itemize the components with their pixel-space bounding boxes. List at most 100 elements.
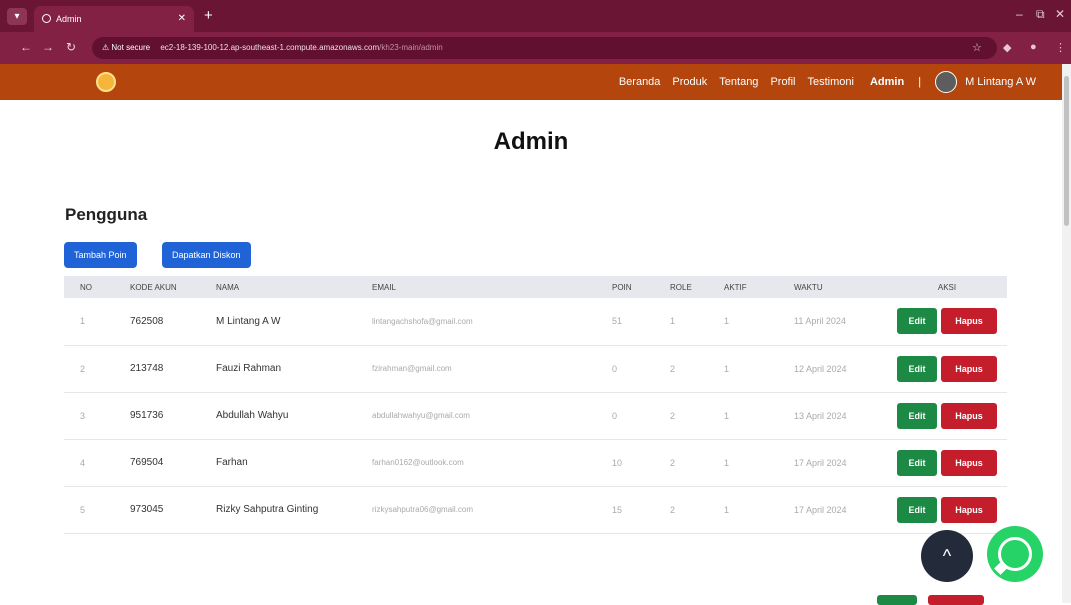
cell-points: 51 <box>612 298 670 346</box>
cell-actions: Edit Hapus <box>887 345 1007 393</box>
edit-button[interactable]: Edit <box>897 496 937 523</box>
reload-icon[interactable]: ↻ <box>66 40 76 54</box>
edit-button[interactable] <box>877 595 917 605</box>
cell-role: 1 <box>670 298 724 346</box>
url-path: /kh23-main/admin <box>379 43 443 52</box>
cell-active: 1 <box>724 439 794 487</box>
browser-tab[interactable]: Admin ✕ <box>34 6 194 32</box>
cell-no: 5 <box>64 486 130 534</box>
chevron-up-icon: ^ <box>942 546 952 566</box>
minimize-button[interactable]: – <box>1016 7 1023 21</box>
cell-role: 2 <box>670 486 724 534</box>
cell-actions: Edit Hapus <box>887 392 1007 440</box>
edit-button[interactable]: Edit <box>897 449 937 476</box>
cell-active: 1 <box>724 298 794 346</box>
column-header: WAKTU <box>794 282 823 292</box>
scrollbar-thumb[interactable] <box>1064 76 1069 226</box>
tab-title: Admin <box>56 14 82 24</box>
cell-name: Fauzi Rahman <box>216 345 372 393</box>
column-header: KODE AKUN <box>130 282 177 292</box>
whatsapp-icon <box>998 537 1032 571</box>
user-name[interactable]: M Lintang A W <box>965 76 1036 88</box>
cell-email: rizkysahputra06@gmail.com <box>372 486 612 534</box>
tab-close-icon[interactable]: ✕ <box>178 6 186 32</box>
column-header: NO <box>80 282 92 292</box>
column-header: AKSI <box>937 282 957 292</box>
extension-icon[interactable]: ◆ <box>1003 41 1011 54</box>
nav-separator: | <box>918 76 922 88</box>
nav-link-tentang[interactable]: Tentang <box>719 76 758 88</box>
table-row: 3 951736 Abdullah Wahyu abdullahwahyu@gm… <box>64 392 1007 440</box>
edit-button[interactable]: Edit <box>897 308 937 335</box>
column-header: POIN <box>612 282 632 292</box>
profile-icon[interactable]: ● <box>1030 41 1037 53</box>
next-row-peek <box>0 590 1062 605</box>
cell-account-code: 769504 <box>130 439 216 487</box>
cell-name: Farhan <box>216 439 372 487</box>
cell-account-code: 973045 <box>130 486 216 534</box>
delete-button[interactable]: Hapus <box>941 449 997 476</box>
cell-active: 1 <box>724 486 794 534</box>
cell-email: farhan0162@outlook.com <box>372 439 612 487</box>
cell-name: Rizky Sahputra Ginting <box>216 486 372 534</box>
add-points-button[interactable]: Tambah Poin <box>64 242 137 268</box>
delete-button[interactable] <box>928 595 984 605</box>
cell-actions: Edit Hapus <box>887 439 1007 487</box>
nav-link-produk[interactable]: Produk <box>672 76 707 88</box>
edit-button[interactable]: Edit <box>897 355 937 382</box>
column-header: AKTIF <box>724 282 747 292</box>
column-header: NAMA <box>216 282 240 292</box>
cell-active: 1 <box>724 345 794 393</box>
browser-tab-strip: ▾ Admin ✕ + – ⧉ ✕ <box>0 0 1071 32</box>
cell-email: lintangachshofa@gmail.com <box>372 298 612 346</box>
nav-link-admin[interactable]: Admin <box>870 76 904 88</box>
nav-link-testimoni[interactable]: Testimoni <box>808 76 854 88</box>
cell-no: 1 <box>64 298 130 346</box>
get-discount-button[interactable]: Dapatkan Diskon <box>162 242 251 268</box>
cell-points: 10 <box>612 439 670 487</box>
cell-email: abdullahwahyu@gmail.com <box>372 392 612 440</box>
page-scrollbar[interactable] <box>1062 64 1071 603</box>
star-icon[interactable]: ☆ <box>972 41 982 54</box>
window-close-button[interactable]: ✕ <box>1055 7 1065 21</box>
logo-icon[interactable] <box>96 72 116 92</box>
delete-button[interactable]: Hapus <box>941 308 997 335</box>
users-table: NO KODE AKUN NAMA EMAIL POIN ROLE AKTIF … <box>64 276 1007 534</box>
cell-active: 1 <box>724 392 794 440</box>
nav-link-beranda[interactable]: Beranda <box>619 76 661 88</box>
maximize-button[interactable]: ⧉ <box>1036 7 1045 22</box>
back-icon[interactable]: ← <box>20 40 32 54</box>
delete-button[interactable]: Hapus <box>941 402 997 429</box>
cell-account-code: 951736 <box>130 392 216 440</box>
scroll-to-top-button[interactable]: ^ <box>921 530 973 582</box>
cell-time: 17 April 2024 <box>794 486 887 534</box>
delete-button[interactable]: Hapus <box>941 355 997 382</box>
cell-time: 12 April 2024 <box>794 345 887 393</box>
edit-button[interactable]: Edit <box>897 402 937 429</box>
not-secure-indicator[interactable]: ⚠ Not secure <box>102 43 150 52</box>
cell-actions: Edit Hapus <box>887 486 1007 534</box>
whatsapp-button[interactable] <box>987 526 1043 582</box>
kebab-icon[interactable]: ⋮ <box>1055 41 1066 54</box>
chrome-menu-icon[interactable]: ▾ <box>7 8 27 25</box>
table-row: 4 769504 Farhan farhan0162@outlook.com 1… <box>64 439 1007 487</box>
delete-button[interactable]: Hapus <box>941 496 997 523</box>
cell-role: 2 <box>670 439 724 487</box>
cell-email: fzirahman@gmail.com <box>372 345 612 393</box>
cell-no: 2 <box>64 345 130 393</box>
section-title: Pengguna <box>65 205 148 224</box>
column-header: EMAIL <box>372 282 397 292</box>
new-tab-button[interactable]: + <box>204 7 213 24</box>
cell-time: 13 April 2024 <box>794 392 887 440</box>
nav-link-profil[interactable]: Profil <box>770 76 795 88</box>
cell-name: M Lintang A W <box>216 298 372 346</box>
address-bar[interactable]: ⚠ Not secure ec2-18-139-100-12.ap-southe… <box>92 37 997 59</box>
table-row: 1 762508 M Lintang A W lintangachshofa@g… <box>64 298 1007 346</box>
cell-name: Abdullah Wahyu <box>216 392 372 440</box>
forward-icon[interactable]: → <box>42 40 54 54</box>
cell-no: 3 <box>64 392 130 440</box>
cell-role: 2 <box>670 392 724 440</box>
cell-points: 0 <box>612 392 670 440</box>
url-host: ec2-18-139-100-12.ap-southeast-1.compute… <box>160 43 380 52</box>
avatar[interactable] <box>935 71 958 93</box>
